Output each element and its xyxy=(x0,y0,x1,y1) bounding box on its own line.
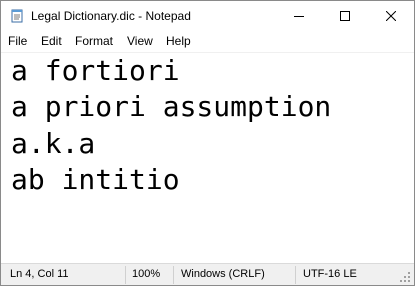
status-bar: Ln 4, Col 11 100% Windows (CRLF) UTF-16 … xyxy=(1,263,414,285)
menu-edit[interactable]: Edit xyxy=(41,34,62,48)
title-bar[interactable]: Legal Dictionary.dic - Notepad xyxy=(1,1,414,31)
text-editor[interactable]: a fortiori a priori assumption a.k.a ab … xyxy=(1,53,397,263)
maximize-icon xyxy=(340,11,350,21)
status-divider xyxy=(125,266,126,284)
text-line[interactable]: a priori assumption xyxy=(11,91,331,123)
vertical-scrollbar[interactable] xyxy=(397,53,414,263)
notepad-icon[interactable] xyxy=(10,9,24,23)
menu-help[interactable]: Help xyxy=(166,34,191,48)
minimize-button[interactable] xyxy=(276,1,322,31)
menu-bar: File Edit Format View Help xyxy=(1,31,414,53)
line-ending: Windows (CRLF) xyxy=(181,268,265,280)
text-line[interactable]: a.k.a xyxy=(11,128,95,160)
menu-format[interactable]: Format xyxy=(75,34,113,48)
status-divider xyxy=(295,266,296,284)
minimize-icon xyxy=(294,11,304,21)
menu-file[interactable]: File xyxy=(8,34,27,48)
menu-view[interactable]: View xyxy=(127,34,153,48)
maximize-button[interactable] xyxy=(322,1,368,31)
close-button[interactable] xyxy=(368,1,414,31)
text-line[interactable]: ab intitio xyxy=(11,164,180,196)
encoding: UTF-16 LE xyxy=(303,268,357,280)
status-divider xyxy=(173,266,174,284)
cursor-position: Ln 4, Col 11 xyxy=(10,268,69,280)
resize-grip-icon[interactable] xyxy=(399,270,411,282)
text-line[interactable]: a fortiori xyxy=(11,55,180,87)
close-icon xyxy=(386,11,396,21)
notepad-window: Legal Dictionary.dic - Notepad File Edit… xyxy=(0,0,415,286)
window-title: Legal Dictionary.dic - Notepad xyxy=(31,9,191,23)
zoom-level: 100% xyxy=(132,268,161,280)
